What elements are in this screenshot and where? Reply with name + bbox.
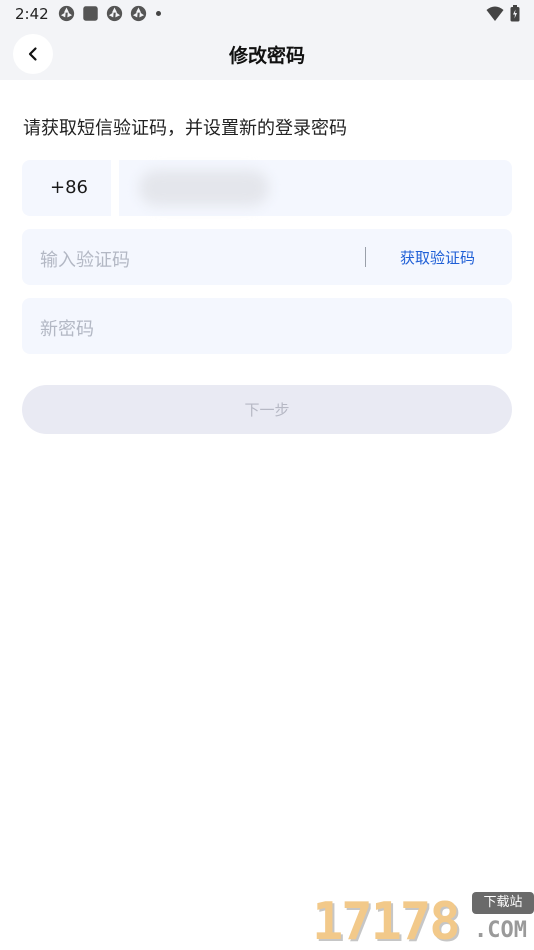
status-system-icons <box>486 5 520 22</box>
battery-icon <box>510 5 520 22</box>
get-code-button[interactable]: 获取验证码 <box>400 247 475 268</box>
country-code-selector[interactable]: +86 <box>22 160 111 216</box>
watermark-suffix: .COM <box>474 918 527 943</box>
status-time: 2:42 <box>15 5 49 23</box>
instruction-text: 请获取短信验证码，并设置新的登录密码 <box>23 118 347 139</box>
verification-code-input[interactable]: 输入验证码 <box>40 246 130 272</box>
navigation-bar: 修改密码 <box>0 28 534 80</box>
aperture-icon <box>106 5 123 22</box>
phone-field: +86 <box>22 160 512 216</box>
phone-number-input[interactable] <box>119 160 512 216</box>
status-notification-icons <box>58 5 161 22</box>
wifi-icon <box>486 6 504 21</box>
field-divider <box>365 247 366 267</box>
phone-number-redacted <box>139 170 269 206</box>
page-title: 修改密码 <box>228 45 305 67</box>
watermark-logo: 17178 下载站 .COM <box>312 888 534 950</box>
aperture-icon <box>58 5 75 22</box>
watermark-digits: 17178 <box>312 892 461 950</box>
aperture-icon <box>130 5 147 22</box>
next-step-button[interactable]: 下一步 <box>22 385 512 434</box>
new-password-input[interactable]: 新密码 <box>40 315 94 341</box>
country-code-label: +86 <box>50 177 88 198</box>
verification-code-field[interactable]: 输入验证码 获取验证码 <box>22 229 512 285</box>
new-password-field[interactable]: 新密码 <box>22 298 512 354</box>
watermark-badge: 下载站 <box>472 892 534 914</box>
square-icon <box>83 6 98 21</box>
status-bar: 2:42 <box>0 0 534 28</box>
notification-dot-icon <box>156 11 161 16</box>
next-step-label: 下一步 <box>244 401 290 419</box>
